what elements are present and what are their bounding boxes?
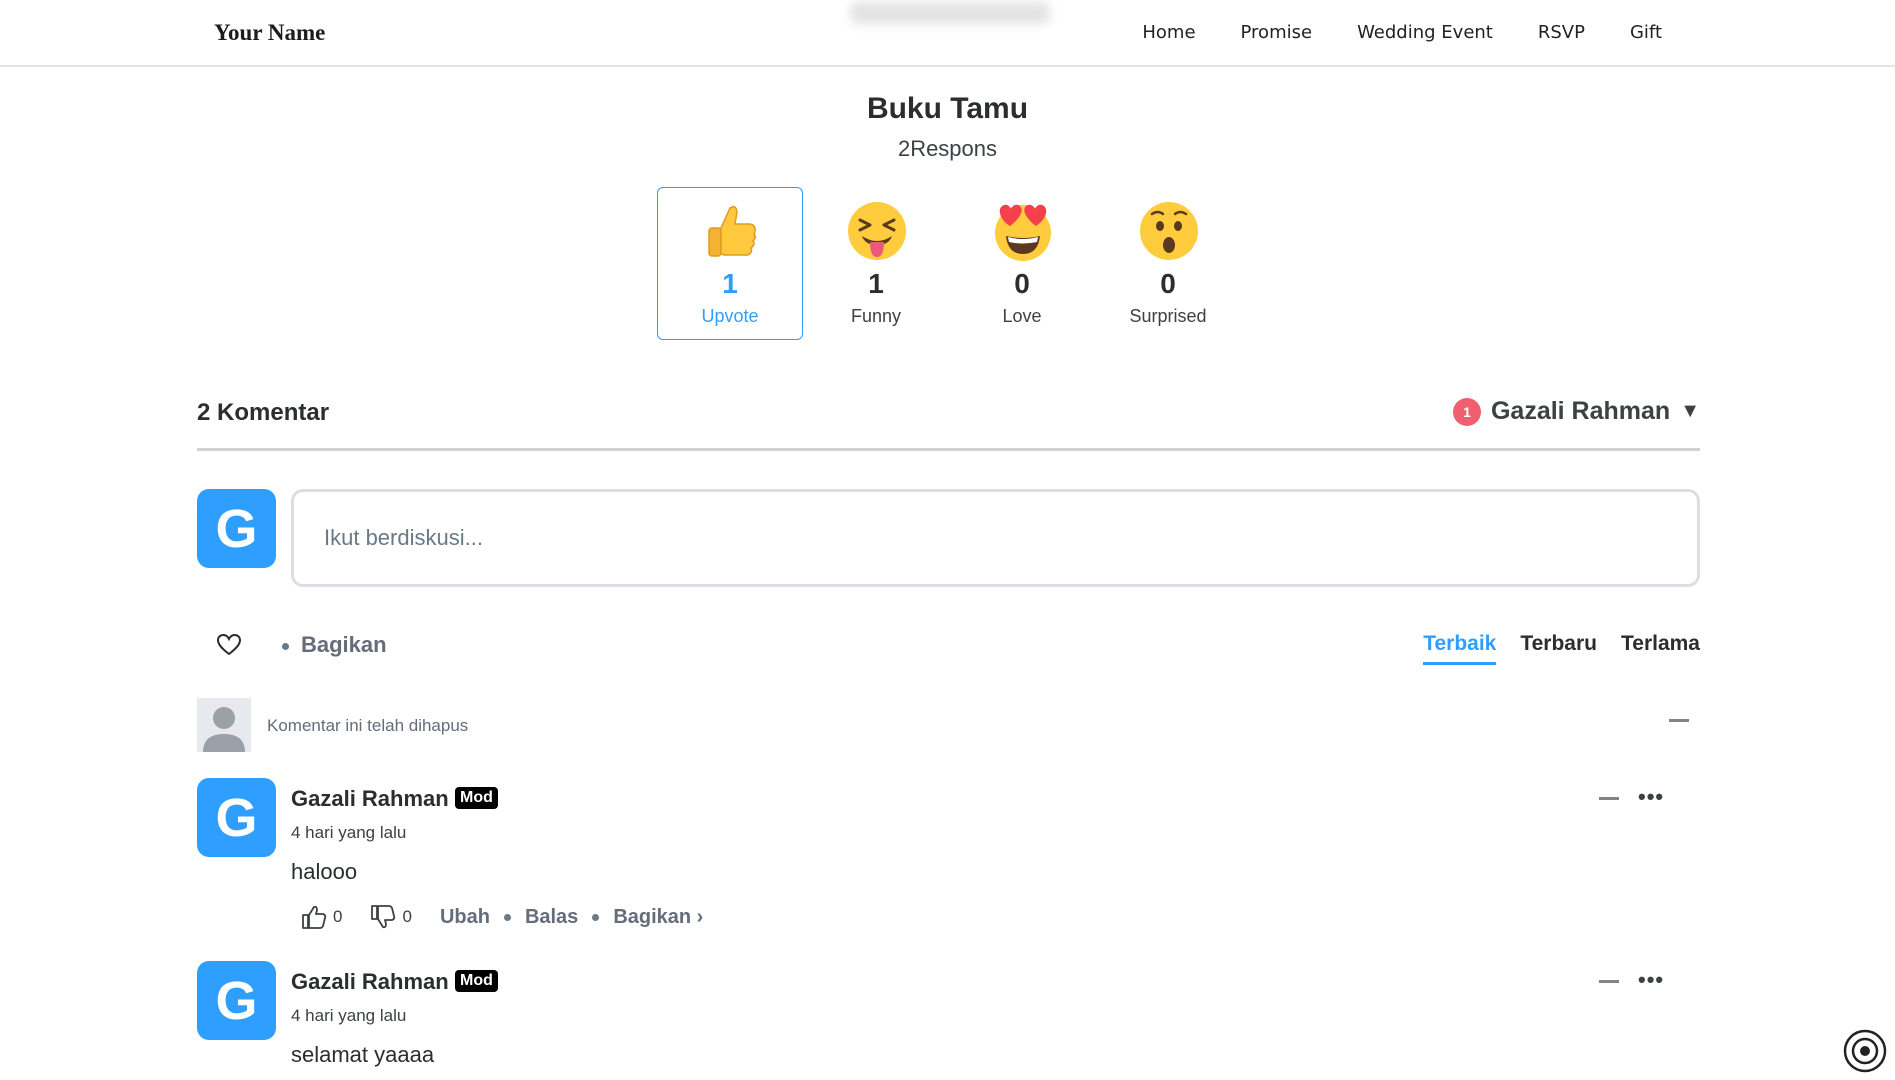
collapse-comment-button[interactable] [1599,797,1619,800]
reaction-love-label: Love [1002,306,1042,326]
top-navbar: Your Name Home Promise Wedding Event RSV… [0,0,1895,67]
reply-button[interactable]: Balas [525,906,578,929]
composer-avatar-letter: G [215,498,258,559]
mod-badge: Mod [455,787,498,809]
reaction-funny[interactable]: 1 Funny [803,187,949,340]
floating-widget-icon[interactable] [1842,1028,1888,1074]
guestbook-title: Buku Tamu [866,92,1029,125]
reaction-surprised-count: 0 [1160,268,1176,299]
reaction-upvote[interactable]: 1 Upvote [657,187,803,340]
user-menu-name: Gazali Rahman [1490,397,1671,425]
comment-timestamp[interactable]: 4 hari yang lalu [291,1006,406,1026]
edit-button[interactable]: Ubah [440,906,490,929]
downvote-count: 0 [402,907,412,926]
thumbs-up-icon [302,905,327,929]
blurred-logo [850,2,1050,24]
nav-link-promise[interactable]: Promise [1241,22,1313,43]
collapse-deleted-button[interactable] [1669,719,1689,722]
comment-avatar-letter: G [215,970,258,1031]
reaction-love[interactable]: 0 Love [949,187,1095,340]
user-menu[interactable]: 1 Gazali Rahman ▼ [1452,397,1700,426]
astonished-emoji-icon [1140,202,1198,260]
sort-tabs: Terbaik Terbaru Terlama [1423,632,1700,665]
reaction-upvote-count: 1 [722,268,738,299]
caret-down-icon: ▼ [1680,400,1700,422]
comment-avatar-letter: G [215,787,258,848]
notification-count: 1 [1463,403,1471,420]
response-count: 2Respons [897,136,998,161]
reaction-funny-label: Funny [850,306,902,326]
nav-link-wedding-event[interactable]: Wedding Event [1357,22,1493,43]
comment-body: halooo [291,859,358,884]
comment-avatar[interactable]: G [197,961,276,1040]
user-silhouette-icon [203,707,245,752]
squinting-tongue-emoji-icon [848,202,906,260]
more-options-icon[interactable]: ••• [1638,784,1664,810]
reaction-funny-count: 1 [868,268,884,299]
reaction-surprised-label: Surprised [1129,306,1207,326]
share-thread-button[interactable]: Bagikan [301,632,387,658]
nav-links: Home Promise Wedding Event RSVP Gift [1142,22,1662,43]
nav-link-gift[interactable]: Gift [1630,22,1662,43]
reaction-surprised[interactable]: 0 Surprised [1095,187,1241,340]
comment-avatar[interactable]: G [197,778,276,857]
comments-header: 2 Komentar 1 Gazali Rahman ▼ [197,395,1700,451]
comments-count: 2 Komentar [197,399,330,426]
brand-name[interactable]: Your Name [214,20,325,46]
nav-link-rsvp[interactable]: RSVP [1538,22,1585,43]
thumbs-up-emoji-icon [708,205,757,257]
separator-dot [592,913,600,921]
notification-badge[interactable]: 1 [1452,397,1481,426]
comment-author[interactable]: Gazali Rahman [291,786,449,812]
reaction-love-count: 0 [1014,268,1030,299]
heart-eyes-emoji-icon [995,204,1051,261]
reaction-bar: 1 Upvote 1 Funny 0 Love 0 Surprised [657,187,1241,340]
sort-tab-oldest[interactable]: Terlama [1621,632,1700,665]
comment-actions: 0 0 Ubah Balas Bagikan › [301,905,703,929]
comment-input[interactable] [291,489,1700,587]
reaction-upvote-label: Upvote [701,306,759,326]
more-options-icon[interactable]: ••• [1638,967,1664,993]
composer-avatar[interactable]: G [197,489,276,568]
share-comment-button[interactable]: Bagikan › [613,906,703,929]
upvote-count: 0 [333,907,343,926]
heart-icon[interactable] [216,633,242,657]
sort-tab-best[interactable]: Terbaik [1423,632,1497,665]
deleted-user-avatar [197,698,251,752]
upvote-button[interactable]: 0 [301,905,342,929]
comment-body: selamat yaaaa [291,1042,435,1067]
separator-dot [282,643,289,650]
separator-dot [503,913,511,921]
nav-link-home[interactable]: Home [1142,22,1195,43]
deleted-comment-text: Komentar ini telah dihapus [267,716,469,735]
mod-badge: Mod [455,970,498,992]
sort-tab-newest[interactable]: Terbaru [1520,632,1597,665]
comment-author[interactable]: Gazali Rahman [291,969,449,995]
comment-timestamp[interactable]: 4 hari yang lalu [291,823,406,843]
collapse-comment-button[interactable] [1599,980,1619,983]
thumbs-down-icon [371,905,396,929]
downvote-button[interactable]: 0 [370,905,412,929]
